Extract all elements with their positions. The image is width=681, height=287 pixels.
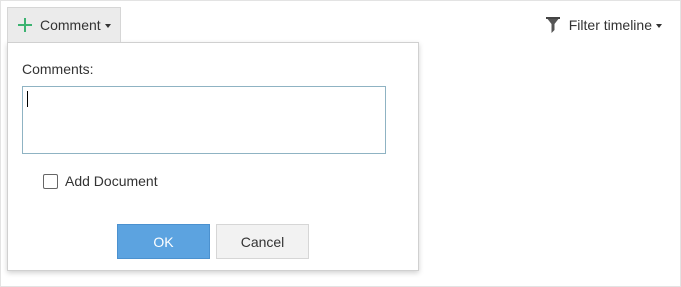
chevron-down-icon bbox=[104, 23, 111, 28]
add-comment-label: Comment bbox=[40, 17, 101, 33]
add-document-option[interactable]: Add Document bbox=[43, 173, 158, 189]
ok-button[interactable]: OK bbox=[117, 224, 210, 259]
filter-icon bbox=[545, 17, 560, 33]
add-document-label: Add Document bbox=[65, 173, 158, 189]
filter-timeline-button[interactable]: Filter timeline bbox=[545, 14, 662, 36]
add-document-checkbox[interactable] bbox=[43, 173, 58, 189]
chevron-down-icon bbox=[656, 23, 662, 28]
comment-popover: Comments: Add Document OK Cancel bbox=[7, 42, 419, 271]
cancel-button[interactable]: Cancel bbox=[216, 224, 309, 259]
filter-timeline-label: Filter timeline bbox=[568, 17, 652, 33]
plus-icon bbox=[17, 17, 33, 33]
comments-textarea[interactable] bbox=[22, 86, 386, 154]
timeline-panel: Comment Filter timeline Comments: Add Do… bbox=[0, 0, 681, 287]
add-comment-button[interactable]: Comment bbox=[7, 7, 121, 42]
text-cursor bbox=[27, 91, 28, 107]
timeline-toolbar: Comment Filter timeline bbox=[1, 1, 680, 43]
comments-label: Comments: bbox=[22, 61, 94, 77]
